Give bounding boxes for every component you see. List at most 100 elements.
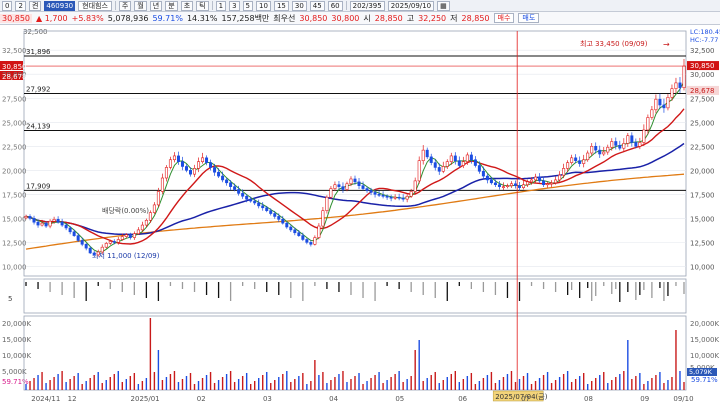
candle-body (365, 188, 369, 191)
candle-body (28, 216, 32, 219)
candle-body (277, 216, 281, 220)
volume-axis-left: 10,000K (2, 352, 31, 360)
candle-body (401, 197, 405, 200)
candle-body (586, 152, 590, 161)
period-btn-minute[interactable]: 분 (165, 0, 178, 11)
candle-body (136, 229, 140, 235)
secondary-tag-right-text: 28,678 (690, 87, 715, 95)
calendar-icon[interactable]: ▦ (437, 0, 450, 11)
y-tick-label-left: 25,000 (2, 119, 27, 127)
candle-body (361, 185, 365, 189)
interval-btn-60[interactable]: 60 (327, 0, 343, 11)
candle-body (433, 162, 437, 168)
candle-body (36, 221, 40, 226)
candle-body (542, 180, 546, 186)
candle-body (205, 157, 209, 163)
toolbar-btn-0[interactable]: 0 (2, 0, 13, 11)
stock-code-input[interactable]: 460930 (44, 0, 76, 11)
stock-chart[interactable]: 32,500 LC:180.45 HC:-7.77 최고 33,450 (09/… (0, 25, 720, 404)
y-tick-label: 25,000 (690, 119, 715, 127)
candle-body (610, 141, 614, 148)
candle-body (225, 179, 229, 184)
y-tick-label: 20,000 (690, 167, 715, 175)
candle-body (297, 232, 301, 236)
period-btn-month[interactable]: 월 (134, 0, 147, 11)
candle-body (618, 145, 622, 149)
candle-body (273, 213, 277, 217)
volume-axis-left: 20,000K (2, 320, 31, 328)
candle-body (485, 175, 489, 181)
candle-body (116, 239, 120, 243)
volume-ratio: 59.71% (152, 13, 183, 23)
candle-body (682, 65, 686, 88)
toolbar-divider (345, 1, 347, 10)
candle-body (261, 205, 265, 209)
candle-body (421, 149, 425, 162)
candle-body (566, 162, 570, 169)
candle-body (164, 167, 168, 179)
candle-body (120, 236, 124, 240)
candle-body (217, 171, 221, 177)
candle-body (32, 218, 36, 223)
candle-body (558, 174, 562, 181)
x-tick-label: 09 (640, 395, 649, 403)
candle-body (465, 154, 469, 162)
interval-btn-3[interactable]: 3 (229, 0, 240, 11)
candle-body (389, 196, 393, 199)
candle-body (441, 166, 445, 172)
candle-body (289, 226, 293, 231)
period-btn-second[interactable]: 초 (180, 0, 194, 11)
data-count-field[interactable]: 202/395 (349, 0, 385, 11)
trade-volume: 5,078,936 (107, 13, 149, 23)
candle-body (229, 182, 233, 187)
interval-btn-30[interactable]: 30 (291, 0, 307, 11)
x-tick-label: 08 (584, 395, 593, 403)
candle-body (68, 227, 72, 233)
y-tick-label: 30,000 (690, 71, 715, 79)
candle-body (48, 220, 52, 227)
toolbar-btn-2[interactable]: 2 (15, 0, 26, 11)
candle-body (602, 151, 606, 155)
interval-btn-45[interactable]: 45 (309, 0, 325, 11)
candle-body (622, 143, 626, 149)
candle-body (44, 222, 48, 227)
interval-btn-1[interactable]: 1 (215, 0, 227, 11)
hc-label: HC:-7.77 (690, 36, 718, 44)
candle-body (453, 155, 457, 162)
candle-body (417, 160, 421, 182)
candle-body (112, 241, 116, 243)
y-tick-label-left: 15,000 (2, 215, 27, 223)
candle-body (60, 221, 64, 226)
candle-body (642, 129, 646, 143)
price-tag-right-text: 30,850 (690, 62, 715, 70)
buy-button[interactable]: 매수 (493, 13, 515, 23)
interval-btn-15[interactable]: 15 (273, 0, 289, 11)
candle-body (550, 182, 554, 185)
interval-btn-5[interactable]: 5 (242, 0, 254, 11)
candle-body (658, 98, 662, 106)
candle-body (52, 219, 56, 222)
interval-btn-10[interactable]: 10 (256, 0, 271, 11)
period-btn-year[interactable]: 년 (149, 0, 163, 11)
y-tick-label: 27,500 (690, 95, 715, 103)
period-btn-tick[interactable]: 틱 (196, 0, 209, 11)
candle-body (100, 246, 104, 253)
sell-button[interactable]: 매도 (518, 13, 540, 23)
candle-body (578, 160, 582, 164)
candle-body (505, 185, 509, 187)
quote-bar: 30,850 ▲ 1,700 +5.83% 5,078,936 59.71% 1… (0, 12, 720, 25)
high-label: 고 (406, 13, 415, 23)
candle-body (638, 142, 642, 147)
date-field[interactable]: 2025/09/10 (387, 0, 435, 11)
candle-body (345, 183, 349, 190)
x-tick-label: 04 (329, 395, 338, 403)
stock-name-field[interactable]: 현대힘스 (78, 0, 112, 11)
toolbar-btn-kyeon[interactable]: 켠 (28, 0, 42, 11)
high-price: 32,250 (418, 13, 447, 23)
period-btn-day[interactable]: 주 (118, 0, 132, 11)
candle-body (377, 194, 381, 196)
y-tick-label-left: 32,500 (2, 47, 27, 55)
level-label: 31,896 (26, 48, 51, 56)
candle-body (84, 243, 88, 249)
y-tick-label: 12,500 (690, 239, 715, 247)
